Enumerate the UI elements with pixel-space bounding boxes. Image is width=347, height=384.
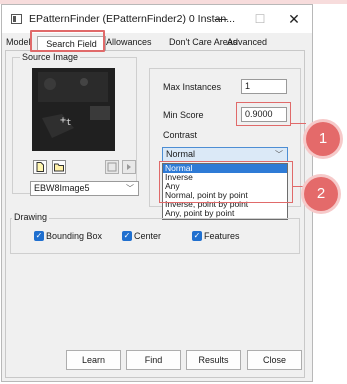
maximize-button[interactable]: ☐ [246,8,274,30]
new-file-button[interactable] [33,160,47,174]
app-icon [11,14,22,24]
drawing-group-label: Drawing [12,212,50,222]
chevron-down-icon: ﹀ [126,184,134,193]
next-icon [127,164,131,170]
center-checkbox[interactable]: ✓ [122,231,132,241]
callout-box-1 [236,102,291,126]
min-score-label: Min Score [163,110,204,120]
check-icon: ✓ [193,231,201,240]
max-instances-label: Max Instances [163,82,222,92]
check-icon: ✓ [123,231,131,240]
open-folder-icon [54,163,64,172]
chevron-down-icon: ﹀ [275,150,283,159]
source-image-value: EBW8Image5 [34,183,90,193]
tab-allowances[interactable]: Allowances [106,37,152,50]
source-image-label: Source Image [20,52,81,62]
learn-button[interactable]: Learn [66,350,121,370]
previous-image-button[interactable] [105,160,119,174]
results-button[interactable]: Results [186,350,241,370]
callout-connector-1 [291,123,306,124]
source-image-select[interactable]: EBW8Image5 ﹀ [30,181,139,196]
minimize-button[interactable]: — [207,8,235,30]
check-icon: ✓ [35,231,43,240]
max-instances-field[interactable]: 1 [241,79,287,94]
contrast-select[interactable]: Normal ﹀ [162,147,288,162]
title-bar: EPatternFinder (EPatternFinder2) 0 Insta… [2,5,312,33]
bounding-box-checkbox[interactable]: ✓ [34,231,44,241]
image-preview-content: + t [32,68,115,151]
tab-model[interactable]: Model [6,37,31,50]
callout-badge-1: 1 [306,122,340,156]
callout-badge-2: 2 [304,177,338,211]
search-field-highlight [30,30,105,52]
center-label: Center [134,231,162,241]
features-checkbox[interactable]: ✓ [192,231,202,241]
close-button[interactable]: Close [247,350,302,370]
contrast-option-any-ppp[interactable]: Any, point by point [163,209,287,218]
bounding-box-label: Bounding Box [46,231,103,241]
find-button[interactable]: Find [126,350,181,370]
new-file-icon [36,162,44,172]
close-window-button[interactable]: ✕ [280,8,308,30]
tab-advanced[interactable]: Advanced [227,37,267,50]
callout-connector-2 [293,186,304,187]
contrast-label: Contrast [163,130,198,140]
prev-icon [107,162,117,172]
window-title: EPatternFinder (EPatternFinder2) 0 Insta… [29,13,236,25]
open-file-button[interactable] [52,160,66,174]
next-image-button[interactable] [122,160,136,174]
svg-text:t: t [66,118,71,128]
contrast-value: Normal [166,149,196,159]
callout-box-2 [159,161,293,203]
image-preview[interactable]: + t [32,68,115,151]
features-label: Features [204,231,240,241]
